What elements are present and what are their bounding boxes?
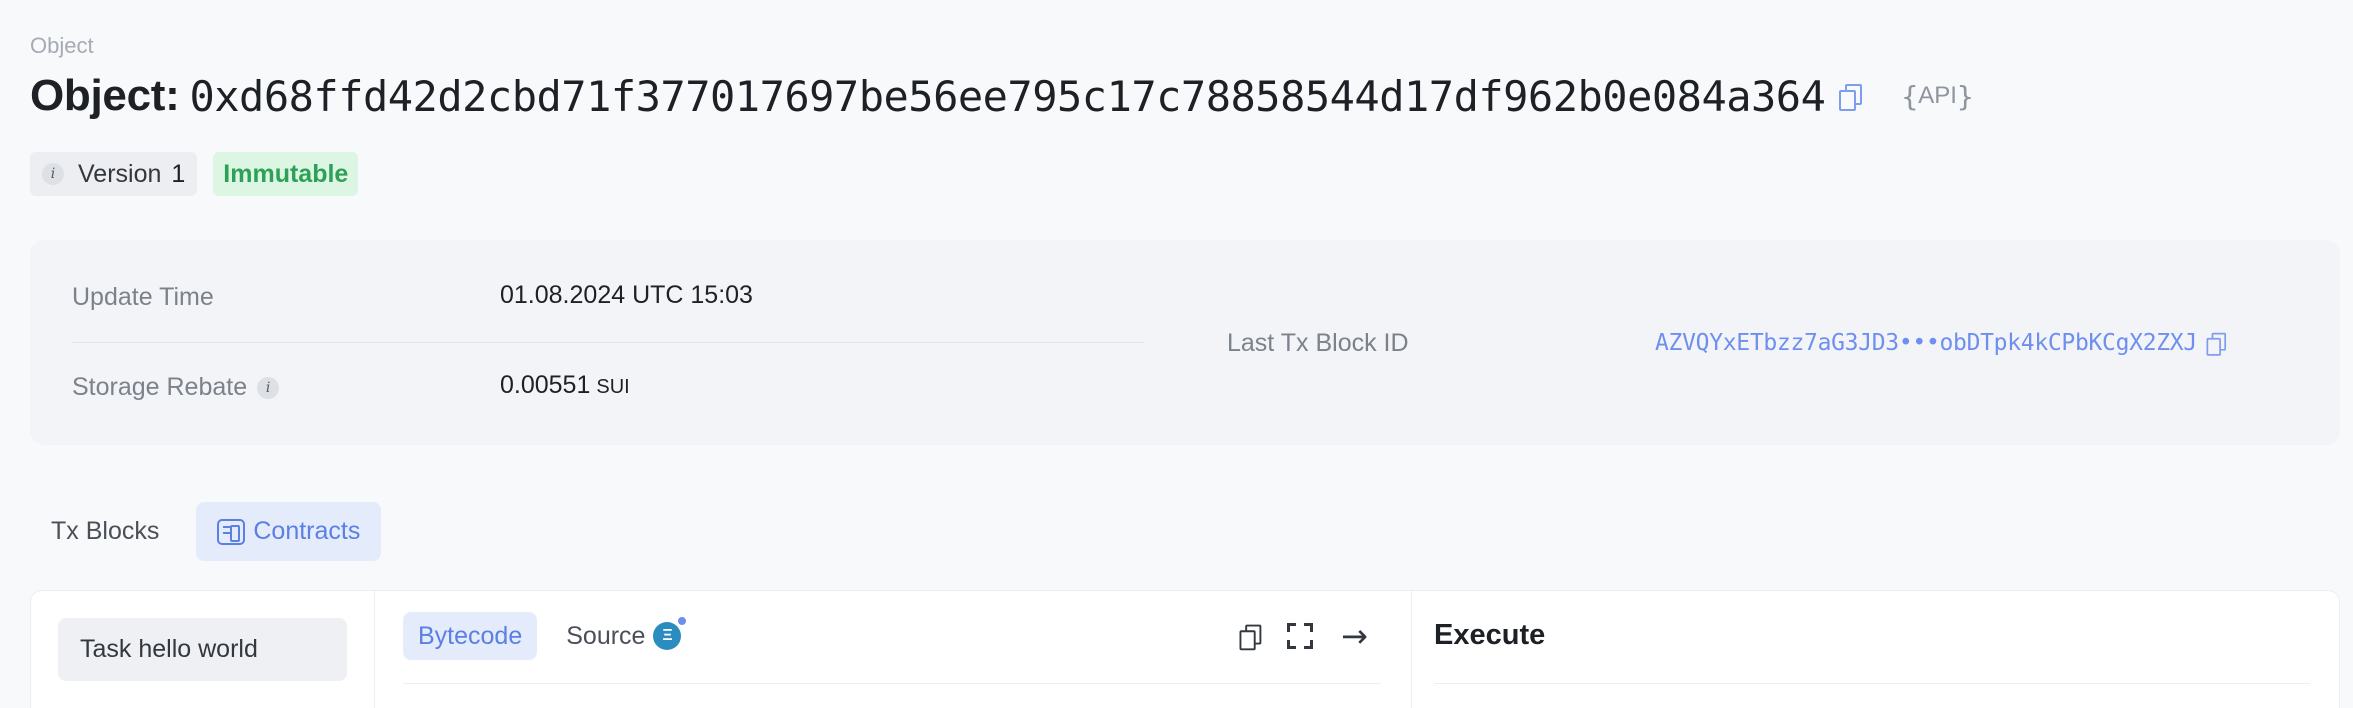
breadcrumb: Object: [30, 33, 94, 58]
tab-label: Tx Blocks: [51, 517, 160, 545]
info-icon: i: [42, 163, 64, 185]
version-badge: i Version 1: [30, 152, 198, 196]
execute-title: Execute: [1434, 619, 1546, 651]
arrow-right-icon[interactable]: →: [1341, 620, 1368, 652]
update-time-label: Update Time: [72, 283, 214, 311]
verified-source-icon: Ξ: [653, 615, 689, 650]
tab-tx-blocks[interactable]: Tx Blocks: [30, 502, 180, 561]
tab-label: Source: [566, 621, 646, 650]
module-item[interactable]: Task hello world: [58, 618, 347, 681]
copy-icon[interactable]: [2206, 332, 2226, 356]
fullscreen-icon[interactable]: [1287, 623, 1313, 649]
storage-rebate-value-wrap: 0.00551 SUI: [500, 371, 630, 400]
details-divider: [72, 342, 1144, 343]
last-tx-value[interactable]: AZVQYxETbzz7aG3JD3•••obDTpk4kCPbKCgX2ZXJ: [1655, 330, 2197, 356]
copy-icon[interactable]: [1239, 624, 1262, 651]
status-badge: Immutable: [213, 152, 359, 196]
info-icon[interactable]: i: [257, 376, 280, 399]
copy-icon[interactable]: [1839, 84, 1863, 111]
storage-rebate-label-wrap: Storage Rebate i: [72, 373, 280, 402]
brace-left-icon: {: [1901, 79, 1919, 113]
contract-icon: [217, 518, 246, 545]
storage-rebate-label: Storage Rebate: [72, 373, 248, 401]
tab-bar: Tx Blocks Contracts: [30, 502, 382, 561]
execute-divider: [1434, 683, 2310, 684]
storage-rebate-unit: SUI: [596, 376, 630, 398]
page-title: Object: 0xd68ffd42d2cbd71f377017697be56e…: [30, 66, 1974, 126]
code-divider: [403, 683, 1381, 684]
tab-contracts[interactable]: Contracts: [196, 502, 382, 561]
tab-source[interactable]: Source Ξ: [551, 612, 696, 660]
code-tabs: Bytecode Source Ξ: [403, 612, 696, 660]
last-tx-link[interactable]: AZVQYxETbzz7aG3JD3•••obDTpk4kCPbKCgX2ZXJ: [1655, 330, 2226, 356]
version-value: 1: [171, 159, 186, 188]
api-label: API: [1918, 82, 1957, 109]
source-icon-glyph: Ξ: [662, 627, 673, 644]
api-button[interactable]: { API }: [1901, 80, 1973, 113]
tab-label: Contracts: [253, 517, 361, 545]
brace-right-icon: }: [1956, 79, 1974, 113]
title-label: Object:: [30, 71, 180, 120]
last-tx-label: Last Tx Block ID: [1227, 329, 1409, 357]
code-toolbar: →: [1239, 620, 1368, 652]
storage-rebate-value: 0.00551: [500, 371, 591, 399]
object-id: 0xd68ffd42d2cbd71f377017697be56ee795c17c…: [189, 71, 1826, 121]
version-label: Version: [78, 159, 162, 188]
notification-dot: [676, 615, 689, 627]
tab-bytecode[interactable]: Bytecode: [403, 612, 538, 660]
object-badges: i Version 1 Immutable: [30, 152, 359, 196]
update-time-value: 01.08.2024 UTC 15:03: [500, 281, 753, 309]
